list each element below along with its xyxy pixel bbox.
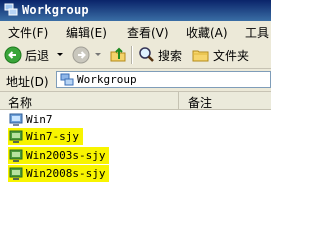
address-field[interactable]: Workgroup — [56, 71, 271, 88]
window-title: Workgroup — [22, 3, 89, 17]
computer-icon — [9, 113, 23, 126]
list-item-label: Win7-sjy — [26, 130, 79, 143]
up-folder-button[interactable] — [109, 46, 127, 64]
column-name-label: 名称 — [8, 96, 33, 110]
menu-file[interactable]: 文件(F) — [8, 24, 48, 41]
back-arrow-icon — [4, 46, 22, 64]
list-item-win2008s-sjy[interactable]: Win2008s-sjy — [8, 165, 110, 182]
chevron-down-icon[interactable] — [55, 52, 65, 58]
computer-icon — [9, 167, 23, 180]
computer-icon — [9, 130, 23, 143]
list-item-win7[interactable]: Win7 — [8, 111, 57, 128]
search-icon — [139, 47, 154, 62]
menu-favorites[interactable]: 收藏(A) — [186, 24, 228, 41]
file-list: 名称 备注 Win7 Win7-sjy Win2003s-sjy Win2008… — [0, 92, 271, 248]
address-label: 地址(D) — [6, 75, 49, 89]
menu-edit[interactable]: 编辑(E) — [66, 24, 107, 41]
menu-bar: 文件(F) 编辑(E) 查看(V) 收藏(A) 工具 — [0, 21, 271, 43]
forward-arrow-icon — [72, 46, 90, 64]
column-name[interactable]: 名称 — [0, 92, 179, 110]
menu-view[interactable]: 查看(V) — [127, 24, 169, 41]
list-item-win7-sjy[interactable]: Win7-sjy — [8, 128, 83, 145]
list-item-label: Win2003s-sjy — [26, 149, 106, 162]
list-item-win2003s-sjy[interactable]: Win2003s-sjy — [8, 147, 110, 164]
back-button[interactable]: 后退 — [4, 46, 65, 64]
folder-icon — [192, 50, 209, 62]
toolbar: 后退 搜索 文件夹 — [0, 42, 271, 69]
back-label: 后退 — [25, 48, 50, 63]
search-label: 搜索 — [158, 48, 183, 63]
list-item-label: Win2008s-sjy — [26, 167, 106, 180]
computer-icon — [9, 149, 23, 162]
column-comment[interactable]: 备注 — [180, 92, 271, 110]
list-item-label: Win7 — [26, 113, 53, 126]
folders-label: 文件夹 — [213, 48, 250, 63]
menu-tools[interactable]: 工具 — [245, 24, 269, 41]
network-workgroup-icon — [60, 73, 74, 90]
search-button[interactable]: 搜索 — [137, 46, 182, 64]
column-header: 名称 备注 — [0, 92, 271, 110]
up-folder-icon — [110, 47, 126, 62]
toolbar-separator — [131, 46, 133, 64]
folders-button[interactable]: 文件夹 — [192, 46, 249, 64]
title-bar[interactable]: Workgroup — [0, 0, 271, 21]
column-comment-label: 备注 — [188, 96, 213, 110]
address-bar: 地址(D) Workgroup — [0, 69, 271, 92]
address-value: Workgroup — [77, 73, 137, 86]
network-workgroup-icon — [4, 3, 18, 17]
forward-button[interactable] — [72, 46, 103, 64]
chevron-down-icon[interactable] — [93, 52, 103, 58]
